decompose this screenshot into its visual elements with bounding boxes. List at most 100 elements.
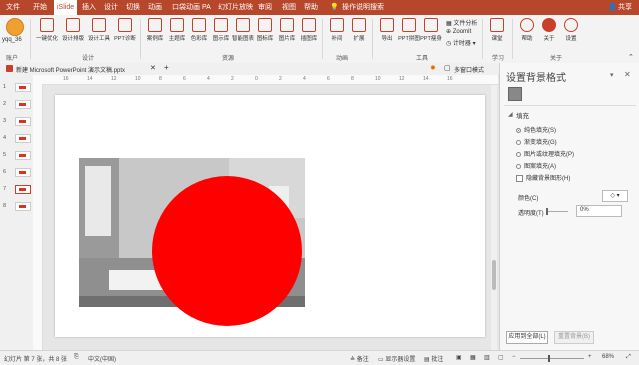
radio-picture-fill[interactable] bbox=[516, 151, 521, 157]
zoom-in-icon[interactable]: + bbox=[588, 354, 592, 360]
language-indicator[interactable]: 中文(中国) bbox=[88, 354, 116, 363]
solid-fill-option[interactable]: 纯色填充(S) bbox=[516, 125, 556, 134]
menu-help[interactable]: 帮助 bbox=[304, 0, 318, 15]
radio-solid-fill[interactable] bbox=[516, 127, 521, 133]
normal-view-icon[interactable]: ▣ bbox=[456, 354, 462, 361]
search-tell-me[interactable]: 操作说明搜索 bbox=[342, 0, 384, 15]
fill-bucket-icon[interactable] bbox=[508, 87, 522, 101]
menu-slideshow[interactable]: 幻灯片放映 bbox=[218, 0, 253, 15]
multi-window-mode-button[interactable]: 多窗口模式 bbox=[454, 65, 484, 74]
avatar[interactable] bbox=[6, 18, 24, 36]
share-icon[interactable]: 👤 bbox=[608, 0, 617, 15]
slide-thumbnail[interactable] bbox=[15, 117, 31, 126]
menu-animations[interactable]: 动画 bbox=[148, 0, 162, 15]
slide-thumbnail[interactable] bbox=[15, 134, 31, 143]
thumbnail-number: 8 bbox=[3, 203, 7, 209]
zoom-slider-thumb[interactable] bbox=[548, 355, 550, 362]
apply-to-all-button[interactable]: 应用到全部(L) bbox=[506, 331, 548, 344]
close-pane-icon[interactable]: ✕ bbox=[624, 70, 631, 79]
share-button[interactable]: 共享 bbox=[618, 0, 632, 15]
hide-background-graphics[interactable]: 隐藏背景图形(H) bbox=[516, 173, 570, 182]
color-picker-button[interactable]: ◇ ▾ bbox=[602, 190, 628, 202]
pane-options-chevron-icon[interactable]: ▾ bbox=[610, 71, 614, 79]
vertical-scrollbar[interactable] bbox=[491, 85, 497, 350]
radio-pattern-fill[interactable] bbox=[516, 163, 521, 169]
settings-gear-icon[interactable]: ✹ bbox=[430, 64, 436, 72]
section-expand-icon[interactable]: ◢ bbox=[508, 111, 513, 118]
checkbox-hide-graphics[interactable] bbox=[516, 174, 523, 182]
thumbnail-content bbox=[19, 154, 26, 157]
transparency-input[interactable]: 0% bbox=[576, 205, 622, 217]
zoomit-button[interactable]: ⊕ ZoomIt bbox=[446, 28, 471, 35]
slide-thumbnail[interactable] bbox=[15, 185, 31, 194]
transparency-slider-thumb[interactable] bbox=[546, 208, 548, 215]
gear-icon bbox=[564, 18, 578, 32]
slim-icon bbox=[424, 18, 438, 32]
thumbnail-number: 1 bbox=[3, 84, 7, 90]
comments-button[interactable]: ▤ 批注 bbox=[424, 354, 443, 363]
fill-section-title: 填充 bbox=[516, 113, 529, 120]
slideshow-view-icon[interactable]: ▢ bbox=[498, 354, 504, 361]
menu-review[interactable]: 审阅 bbox=[258, 0, 272, 15]
slide-thumbnail[interactable] bbox=[15, 100, 31, 109]
one-click-optimize-button[interactable]: 一键优化 bbox=[36, 18, 58, 42]
menu-islide[interactable]: iSlide bbox=[54, 0, 78, 15]
ppt-slim-button[interactable]: PPT瘦身 bbox=[420, 18, 442, 42]
picture-fill-option[interactable]: 图片或纹理填充(P) bbox=[516, 149, 574, 158]
menu-transitions[interactable]: 切换 bbox=[126, 0, 140, 15]
lightbulb-icon: 💡 bbox=[330, 4, 339, 11]
color-label: 颜色(C) bbox=[518, 196, 539, 202]
tools-icon bbox=[92, 18, 106, 32]
menu-file[interactable]: 文件 bbox=[6, 0, 20, 15]
classroom-button[interactable]: 课堂 bbox=[486, 18, 508, 42]
slide-counter: 幻灯片 第 7 张，共 8 张 bbox=[4, 357, 68, 363]
reading-view-icon[interactable]: ▥ bbox=[484, 354, 490, 361]
zoom-slider[interactable] bbox=[520, 358, 584, 359]
collapse-ribbon-icon[interactable]: ⌃ bbox=[628, 53, 634, 61]
slide-thumbnail[interactable] bbox=[15, 151, 31, 160]
menu-view[interactable]: 视图 bbox=[282, 0, 296, 15]
pattern-fill-option[interactable]: 图案填充(A) bbox=[516, 161, 556, 170]
timer-button[interactable]: ◷ 计时器 ▾ bbox=[446, 38, 476, 47]
display-settings-button[interactable]: ▭ 显示器设置 bbox=[378, 354, 415, 363]
new-tab-icon[interactable]: + bbox=[164, 63, 169, 72]
ruler-tick-label: 6 bbox=[183, 76, 186, 82]
radio-gradient-fill[interactable] bbox=[516, 139, 521, 145]
extend-icon bbox=[352, 18, 366, 32]
slide-thumbnail[interactable] bbox=[15, 202, 31, 211]
scrollbar-thumb[interactable] bbox=[492, 260, 496, 290]
design-tools-button[interactable]: 设计工具 bbox=[88, 18, 110, 42]
ruler-tick-label: 16 bbox=[63, 76, 69, 82]
pptx-file-icon bbox=[6, 65, 13, 72]
slide-sorter-icon[interactable]: ▦ bbox=[470, 354, 476, 361]
slide[interactable] bbox=[55, 95, 485, 337]
fit-slide-icon[interactable]: ⤢ bbox=[626, 354, 631, 361]
zoom-out-icon[interactable]: − bbox=[512, 354, 516, 360]
case-icon bbox=[148, 18, 162, 32]
design-layout-button[interactable]: 设计排版 bbox=[62, 18, 84, 42]
menu-pocket-animation[interactable]: 口袋动画 PA bbox=[172, 0, 211, 15]
reset-background-button[interactable]: 重置背景(B) bbox=[554, 331, 594, 344]
gradient-fill-option[interactable]: 渐变填充(G) bbox=[516, 137, 557, 146]
ppt-diagnosis-button[interactable]: PPT诊断 bbox=[114, 18, 136, 42]
spellcheck-icon[interactable]: ⎘ bbox=[74, 354, 79, 361]
menu-design[interactable]: 设计 bbox=[104, 0, 118, 15]
slide-thumbnail[interactable] bbox=[15, 83, 31, 92]
transparency-slider[interactable] bbox=[546, 211, 568, 212]
notes-button[interactable]: ≙ 备注 bbox=[350, 354, 369, 363]
menu-bar: 文件 开始 iSlide 插入 设计 切换 动画 口袋动画 PA 幻灯片放映 审… bbox=[0, 0, 639, 15]
menu-insert[interactable]: 插入 bbox=[82, 0, 96, 15]
extend-button[interactable]: 扩展 bbox=[348, 18, 370, 42]
zoom-level[interactable]: 68% bbox=[602, 354, 614, 360]
illustration-library-button[interactable]: 插图库 bbox=[298, 18, 320, 42]
optimize-icon bbox=[40, 18, 54, 32]
red-circle-shape[interactable] bbox=[151, 175, 303, 327]
document-tab[interactable]: 新建 Microsoft PowerPoint 演示文稿.pptx bbox=[16, 65, 125, 74]
tween-icon bbox=[330, 18, 344, 32]
group-label-design: 设计 bbox=[82, 56, 95, 62]
menu-home[interactable]: 开始 bbox=[33, 0, 47, 15]
slide-thumbnail[interactable] bbox=[15, 168, 31, 177]
settings-button[interactable]: 设置 bbox=[560, 18, 582, 42]
file-analysis-button[interactable]: ▦ 文件分析 bbox=[446, 18, 477, 27]
close-tab-icon[interactable]: ✕ bbox=[150, 64, 156, 72]
